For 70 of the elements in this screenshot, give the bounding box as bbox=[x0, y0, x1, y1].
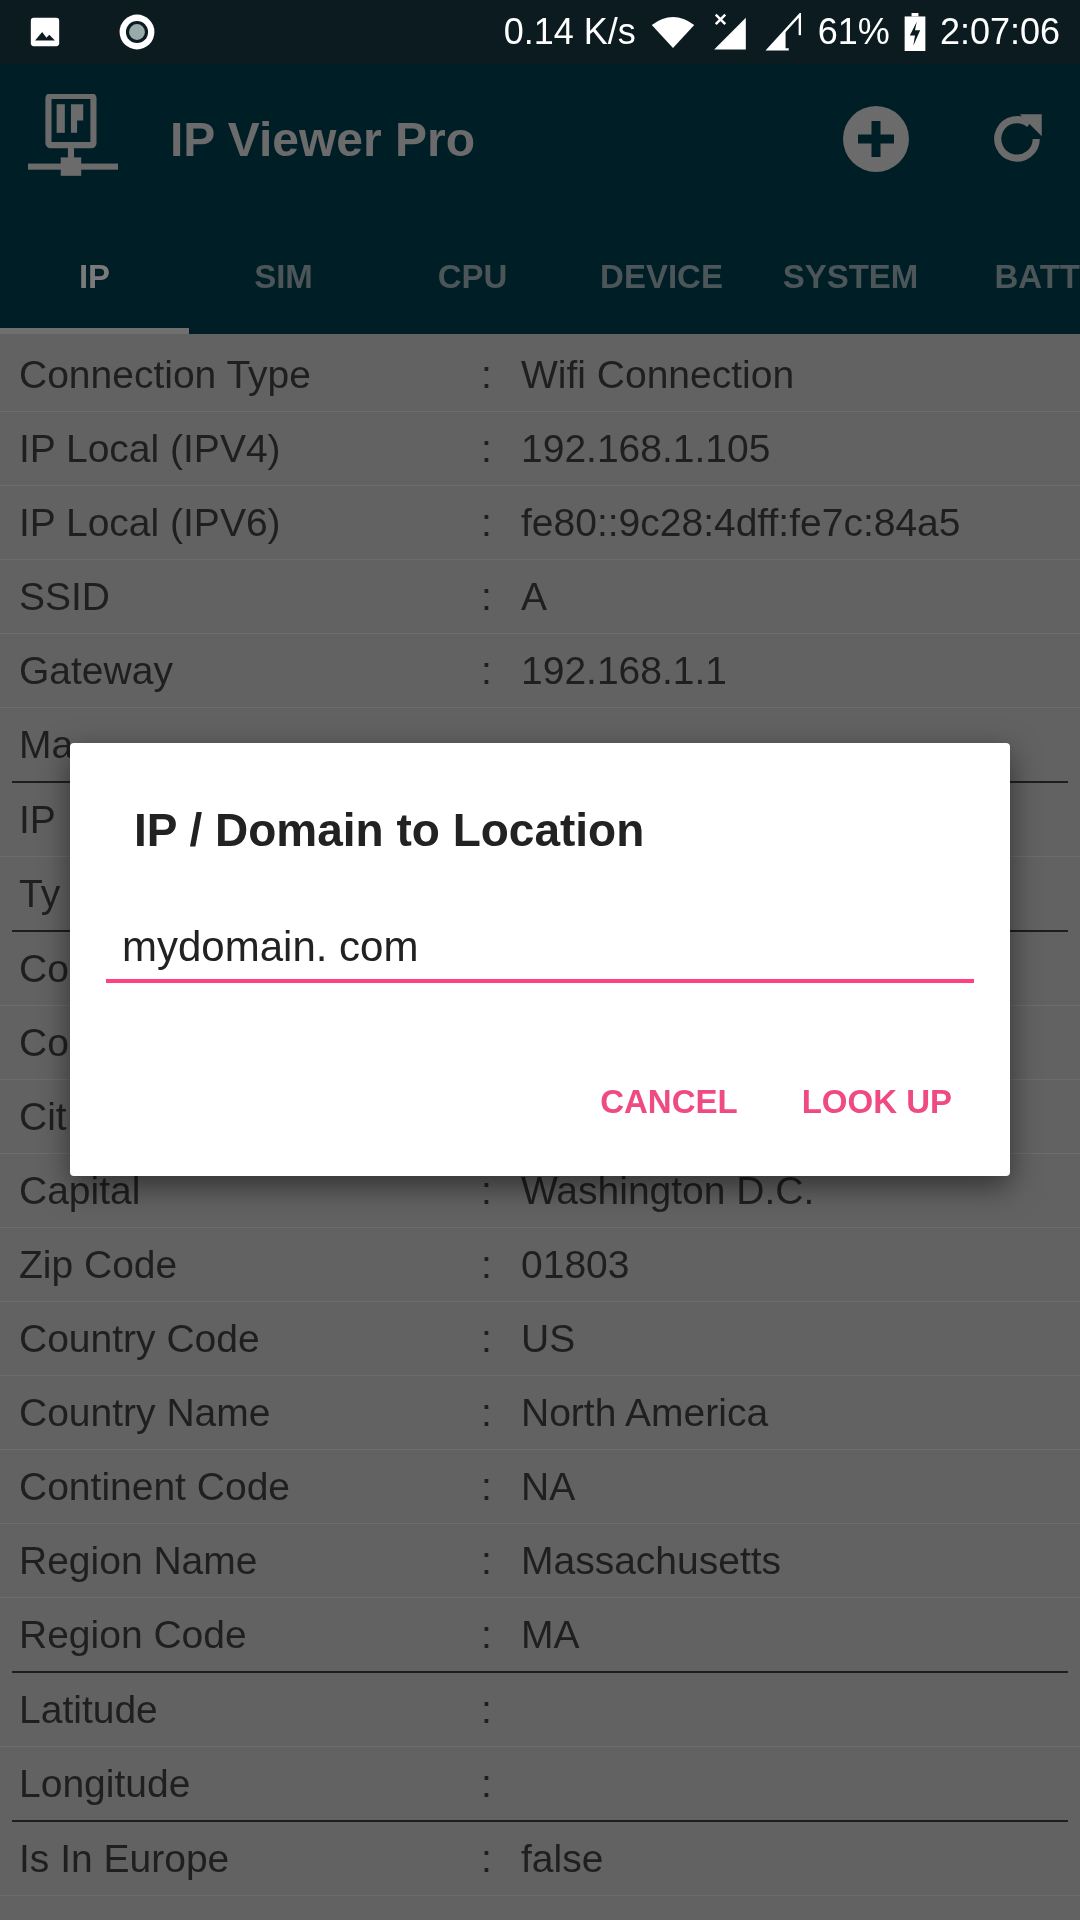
separator: : bbox=[481, 1687, 492, 1732]
field-label: Gateway bbox=[19, 648, 173, 693]
field-label: Region Code bbox=[19, 1612, 247, 1657]
field-value: false bbox=[521, 1836, 604, 1881]
tab[interactable]: IP bbox=[0, 214, 189, 334]
field-label: Region Name bbox=[19, 1538, 258, 1583]
battery-level: 61% bbox=[817, 11, 890, 53]
field-label: IP Local (IPV6) bbox=[19, 500, 281, 545]
tab[interactable]: DEVICE bbox=[567, 214, 756, 334]
field-value: Wifi Connection bbox=[521, 352, 795, 397]
separator: : bbox=[481, 1836, 492, 1881]
field-value: A bbox=[521, 574, 547, 619]
field-value: Massachusetts bbox=[521, 1538, 782, 1583]
field-label: Latitude bbox=[19, 1687, 158, 1732]
battery-charging-icon bbox=[903, 13, 926, 51]
field-value: 192.168.1.1 bbox=[521, 648, 728, 693]
separator: : bbox=[481, 352, 492, 397]
image-icon bbox=[28, 15, 62, 49]
separator: : bbox=[481, 500, 492, 545]
separator: : bbox=[481, 1538, 492, 1583]
field-label: Longitude bbox=[19, 1761, 191, 1806]
network-speed: 0.14 K/s bbox=[503, 11, 636, 53]
app-title: IP Viewer Pro bbox=[170, 111, 476, 167]
field-label: IP bbox=[19, 797, 56, 842]
field-value: North America bbox=[521, 1390, 769, 1435]
cancel-button[interactable]: CANCEL bbox=[588, 1073, 750, 1131]
tab[interactable]: BATT bbox=[945, 214, 1080, 334]
field-label: Capital bbox=[19, 1168, 141, 1213]
field-label: Continent Code bbox=[19, 1464, 291, 1509]
field-label: IP Local (IPV4) bbox=[19, 426, 281, 471]
clock: 2:07:06 bbox=[939, 11, 1060, 53]
wifi-icon bbox=[649, 14, 696, 50]
field-label: Co bbox=[19, 946, 69, 991]
separator: : bbox=[481, 1168, 492, 1213]
field-value: MA bbox=[521, 1612, 580, 1657]
field-value: 01803 bbox=[521, 1242, 630, 1287]
separator: : bbox=[481, 574, 492, 619]
tab[interactable]: SYSTEM bbox=[756, 214, 945, 334]
separator: : bbox=[481, 648, 492, 693]
field-label: Connection Type bbox=[19, 352, 311, 397]
record-icon bbox=[118, 13, 156, 51]
separator: : bbox=[481, 426, 492, 471]
add-button[interactable] bbox=[840, 103, 912, 175]
field-value: US bbox=[521, 1316, 576, 1361]
field-value: fe80::9c28:4dff:fe7c:84a5 bbox=[521, 500, 961, 545]
separator: : bbox=[481, 1390, 492, 1435]
field-label: Ty bbox=[19, 871, 61, 916]
field-label: SSID bbox=[19, 574, 111, 619]
separator: : bbox=[481, 1464, 492, 1509]
tab[interactable]: CPU bbox=[378, 214, 567, 334]
field-label: Country Name bbox=[19, 1390, 271, 1435]
separator: : bbox=[481, 1242, 492, 1287]
add-icon bbox=[840, 103, 912, 175]
signal-icon bbox=[763, 13, 804, 51]
look-up-button[interactable]: LOOK UP bbox=[789, 1073, 964, 1131]
field-value: Washington D.C. bbox=[521, 1168, 815, 1213]
dialog-title: IP / Domain to Location bbox=[134, 803, 646, 857]
field-value: NA bbox=[521, 1464, 576, 1509]
field-label: Co bbox=[19, 1020, 69, 1065]
separator: : bbox=[481, 1761, 492, 1806]
field-label: Ma bbox=[19, 722, 74, 767]
tab[interactable]: SIM bbox=[189, 214, 378, 334]
separator: : bbox=[481, 1612, 492, 1657]
field-label: Cit bbox=[19, 1094, 67, 1139]
domain-input-field[interactable]: mydomain. com bbox=[106, 917, 974, 983]
field-value: 192.168.1.105 bbox=[521, 426, 771, 471]
field-label: Zip Code bbox=[19, 1242, 178, 1287]
field-label: Is In Europe bbox=[19, 1836, 230, 1881]
field-label: Country Code bbox=[19, 1316, 260, 1361]
separator: : bbox=[481, 1316, 492, 1361]
